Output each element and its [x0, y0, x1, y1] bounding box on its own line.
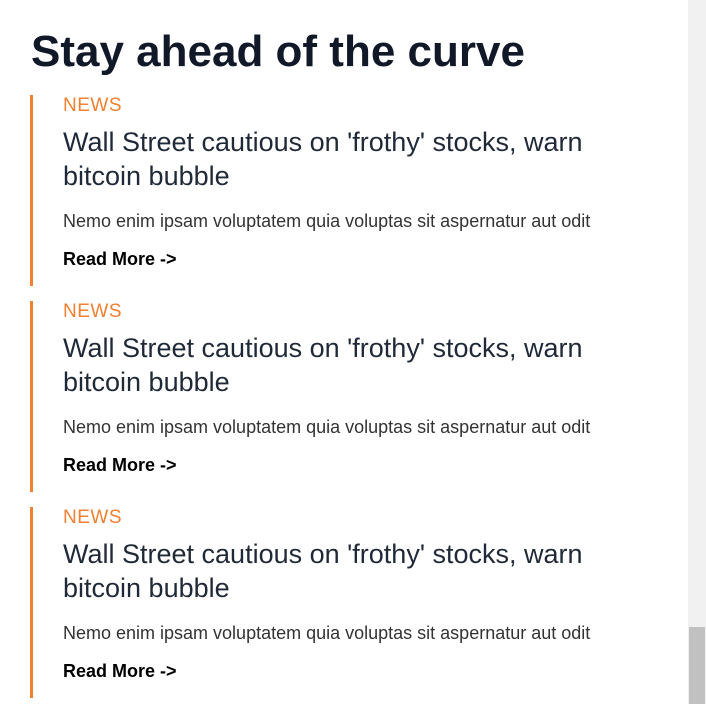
article-body: NEWS Wall Street cautious on 'frothy' st… — [33, 507, 630, 682]
read-more-link[interactable]: Read More -> — [63, 660, 177, 682]
read-more-link[interactable]: Read More -> — [63, 248, 177, 270]
article-category: NEWS — [63, 507, 122, 528]
article-excerpt: Nemo enim ipsam voluptatem quia voluptas… — [63, 417, 591, 437]
article-title[interactable]: Wall Street cautious on 'frothy' stocks,… — [63, 537, 630, 605]
vertical-scrollbar[interactable] — [688, 0, 706, 704]
article-card: NEWS Wall Street cautious on 'frothy' st… — [30, 507, 630, 698]
article-card: NEWS Wall Street cautious on 'frothy' st… — [30, 95, 630, 286]
article-category: NEWS — [63, 95, 122, 116]
article-title[interactable]: Wall Street cautious on 'frothy' stocks,… — [63, 331, 630, 399]
article-title[interactable]: Wall Street cautious on 'frothy' stocks,… — [63, 125, 630, 193]
main-content: Stay ahead of the curve NEWS Wall Street… — [0, 0, 688, 704]
scrollbar-thumb[interactable] — [689, 627, 705, 704]
page: Stay ahead of the curve NEWS Wall Street… — [0, 0, 706, 704]
section-heading: Stay ahead of the curve — [31, 27, 525, 76]
article-card: NEWS Wall Street cautious on 'frothy' st… — [30, 301, 630, 492]
article-body: NEWS Wall Street cautious on 'frothy' st… — [33, 95, 630, 270]
read-more-link[interactable]: Read More -> — [63, 454, 177, 476]
article-body: NEWS Wall Street cautious on 'frothy' st… — [33, 301, 630, 476]
article-excerpt: Nemo enim ipsam voluptatem quia voluptas… — [63, 623, 591, 643]
article-excerpt: Nemo enim ipsam voluptatem quia voluptas… — [63, 211, 591, 231]
article-category: NEWS — [63, 301, 122, 322]
